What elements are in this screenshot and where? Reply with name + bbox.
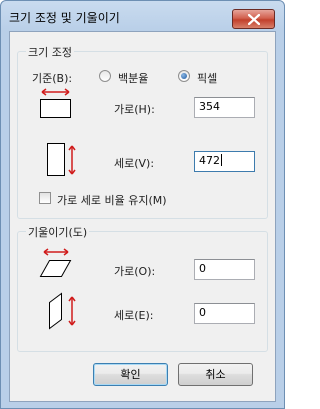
resize-horizontal-value: 354 bbox=[199, 100, 220, 113]
skew-horizontal-value: 0 bbox=[199, 262, 206, 275]
skew-vertical-icon bbox=[49, 292, 76, 330]
skew-horizontal-icon bbox=[39, 248, 72, 277]
ok-button[interactable]: 확인 bbox=[93, 363, 168, 386]
percent-radio-label[interactable]: 백분율 bbox=[118, 70, 148, 86]
dialog-title: 크기 조정 및 기울이기 bbox=[9, 11, 120, 25]
keep-ratio-label[interactable]: 가로 세로 비율 유지(M) bbox=[57, 192, 167, 208]
skew-vertical-label: 세로(E): bbox=[114, 309, 154, 322]
resize-vertical-icon bbox=[47, 143, 76, 176]
resize-vertical-input[interactable]: 472 bbox=[194, 151, 255, 172]
title-bar[interactable]: 크기 조정 및 기울이기 bbox=[1, 1, 284, 31]
resize-group-label: 크기 조정 bbox=[26, 44, 74, 60]
skew-horizontal-input[interactable]: 0 bbox=[194, 259, 255, 280]
skew-group: 기울이기(도) 가로(O): 0 세로(E): 0 bbox=[17, 224, 268, 352]
skew-group-label: 기울이기(도) bbox=[26, 224, 90, 240]
resize-group: 크기 조정 기준(B): 백분율 픽셀 가로(H): 354 세로(V): 47… bbox=[17, 44, 268, 219]
dialog-body: 크기 조정 기준(B): 백분율 픽셀 가로(H): 354 세로(V): 47… bbox=[9, 31, 276, 402]
keep-ratio-checkbox[interactable] bbox=[39, 192, 51, 204]
text-caret bbox=[221, 154, 222, 166]
percent-radio[interactable] bbox=[99, 70, 111, 82]
skew-horizontal-label: 가로(O): bbox=[114, 265, 156, 278]
pixel-radio[interactable] bbox=[178, 70, 190, 82]
resize-horizontal-input[interactable]: 354 bbox=[194, 97, 255, 118]
resize-vertical-value: 472 bbox=[199, 154, 220, 167]
resize-horizontal-icon bbox=[40, 88, 71, 118]
skew-vertical-input[interactable]: 0 bbox=[194, 303, 255, 324]
resize-skew-dialog: 크기 조정 및 기울이기 크기 조정 기준(B): 백분율 픽셀 가로(H): bbox=[0, 0, 285, 409]
skew-vertical-value: 0 bbox=[199, 306, 206, 319]
resize-vertical-label: 세로(V): bbox=[114, 157, 155, 170]
cancel-button[interactable]: 취소 bbox=[178, 363, 253, 386]
basis-label: 기준(B): bbox=[32, 72, 73, 85]
resize-horizontal-label: 가로(H): bbox=[114, 103, 155, 116]
close-button[interactable] bbox=[232, 9, 275, 29]
close-icon bbox=[248, 14, 260, 25]
pixel-radio-label[interactable]: 픽셀 bbox=[197, 70, 217, 86]
